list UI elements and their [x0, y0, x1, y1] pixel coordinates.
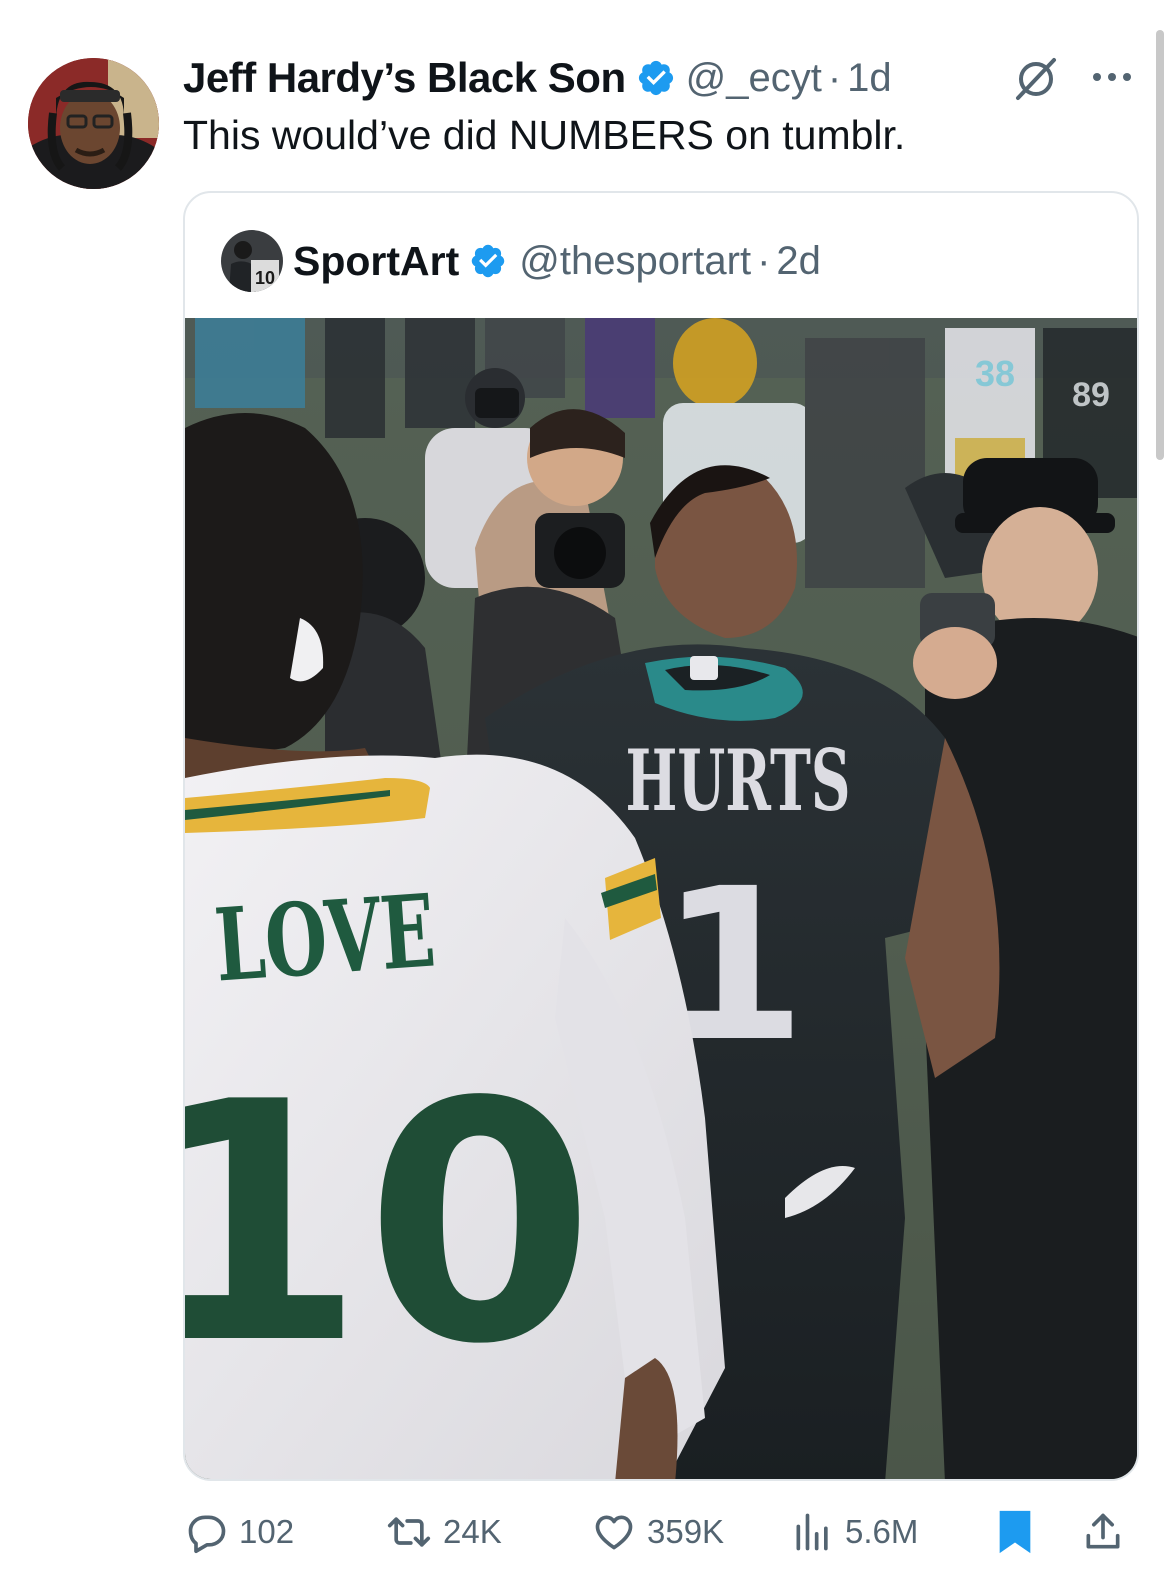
separator-dot: · [757, 238, 771, 283]
background-jersey-number: 89 [1072, 376, 1110, 414]
quoted-tweet-header: 10 SportArt @thesportart · 2d [221, 229, 821, 293]
tweet-actions: 102 24K 359K 5.6M [183, 1500, 1143, 1564]
quoted-handle[interactable]: @thesportart [519, 239, 751, 284]
view-count: 5.6M [845, 1513, 919, 1550]
like-button[interactable]: 359K [591, 1510, 724, 1554]
separator-dot: · [827, 55, 842, 100]
tweet-text: This would’ve did NUMBERS on tumblr. [183, 112, 906, 158]
bookmark-button[interactable] [995, 1510, 1035, 1554]
like-count: 359K [647, 1513, 725, 1550]
jersey-number-love: 10 [185, 1032, 595, 1416]
quoted-photo[interactable]: 38 89 HURTS 1 LOVE 0 [185, 318, 1139, 1481]
quoted-display-name[interactable]: SportArt [293, 238, 459, 285]
grok-icon[interactable] [1012, 56, 1058, 102]
repost-icon [387, 1517, 431, 1547]
jersey-name-love: LOVE [211, 871, 439, 1004]
heart-icon [595, 1515, 633, 1550]
reply-count: 102 [239, 1513, 295, 1550]
verified-badge-icon[interactable] [469, 242, 507, 280]
repost-count: 24K [443, 1513, 502, 1550]
avatar[interactable] [28, 58, 159, 189]
quoted-avatar[interactable]: 10 [221, 230, 283, 292]
share-icon [1086, 1513, 1120, 1549]
background-jersey-number: 38 [975, 353, 1015, 394]
views-button[interactable]: 5.6M [791, 1510, 918, 1554]
timestamp[interactable]: 1d [847, 56, 892, 101]
avatar-image [28, 58, 159, 189]
scrollbar[interactable] [1156, 30, 1164, 460]
avatar-jersey-number: 10 [255, 268, 275, 288]
display-name[interactable]: Jeff Hardy’s Black Son [183, 54, 626, 102]
quoted-timestamp[interactable]: 2d [776, 239, 821, 284]
jersey-name-hurts: HURTS [626, 731, 851, 830]
verified-badge-icon[interactable] [636, 58, 676, 98]
bookmark-icon [999, 1510, 1031, 1554]
quoted-avatar-image: 10 [221, 230, 283, 292]
author-handle[interactable]: @_ecyt [686, 56, 822, 101]
quoted-tweet-card[interactable]: 10 SportArt @thesportart · 2d 38 89 HURT… [183, 191, 1139, 1481]
reply-button[interactable]: 102 [185, 1510, 294, 1554]
share-button[interactable] [1081, 1510, 1125, 1554]
more-options-icon[interactable] [1090, 70, 1134, 84]
tweet-header: Jeff Hardy’s Black Son @_ecyt · 1d [183, 52, 892, 104]
views-icon [796, 1513, 828, 1551]
tweet-detail: Jeff Hardy’s Black Son @_ecyt · 1d This … [0, 0, 1170, 1574]
reply-icon [188, 1515, 226, 1554]
repost-button[interactable]: 24K [385, 1510, 502, 1554]
